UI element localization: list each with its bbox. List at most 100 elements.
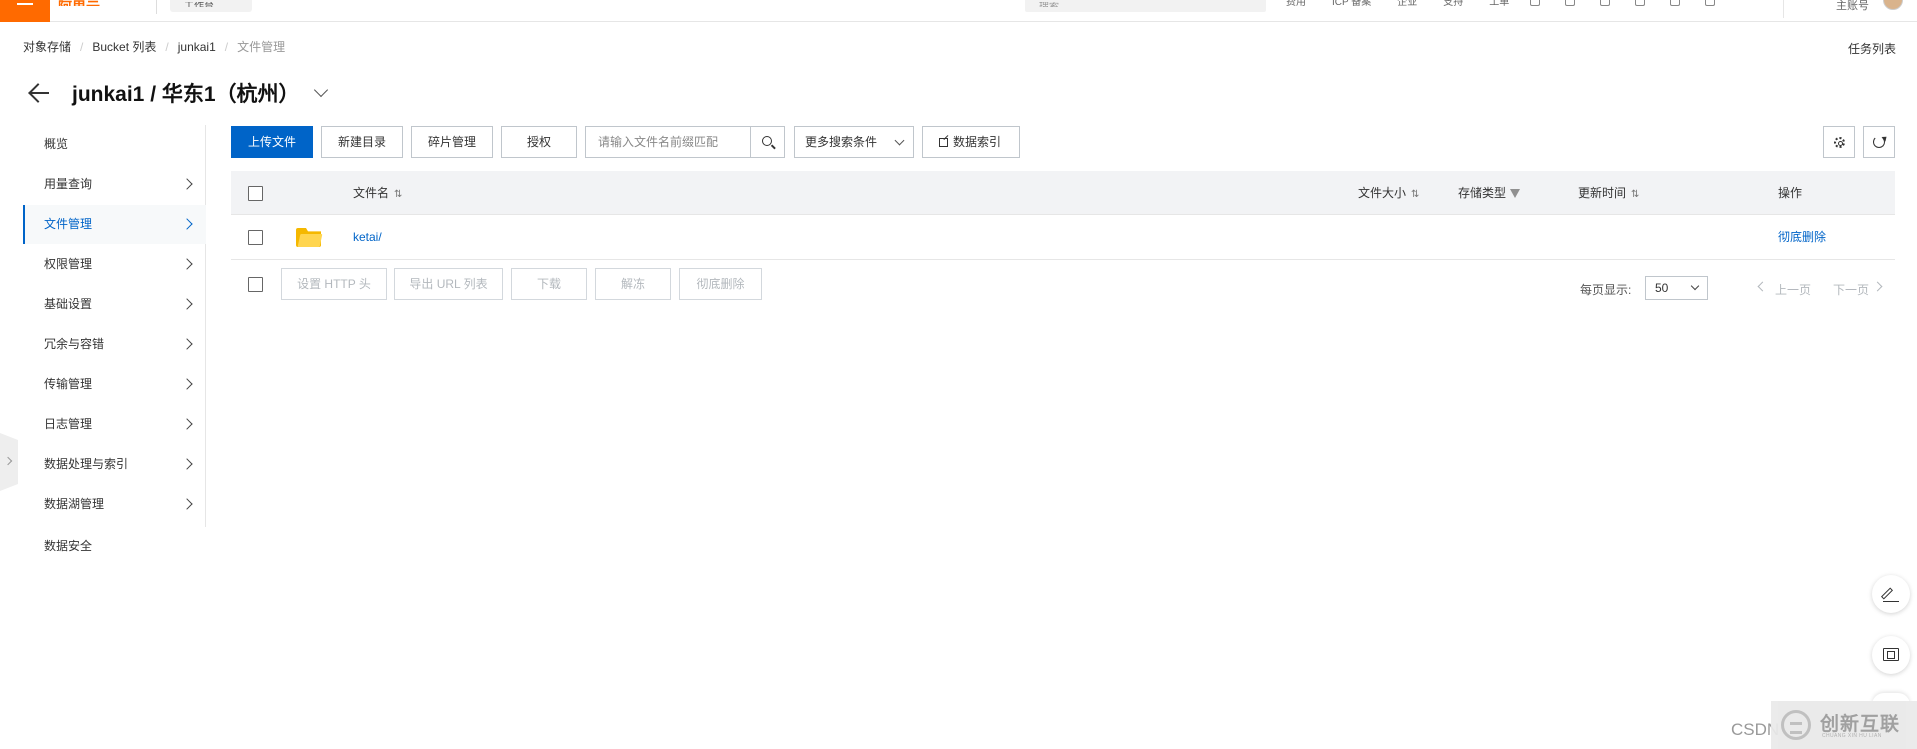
more-filters-dropdown[interactable]: 更多搜索条件 — [794, 126, 914, 158]
message-icon[interactable] — [1530, 0, 1540, 6]
sidebar-item-label: 权限管理 — [44, 257, 93, 271]
account-label[interactable]: 主账号 — [1836, 0, 1869, 13]
topbar-divider — [156, 0, 157, 14]
topbar-user-divider — [1783, 0, 1784, 18]
sort-icon[interactable]: ⇅ — [1631, 173, 1639, 217]
settings-button[interactable] — [1823, 126, 1855, 158]
data-index-label: 数据索引 — [953, 135, 1002, 149]
sidebar-item-basic-settings[interactable]: 基础设置 — [23, 285, 206, 324]
column-header-label: 文件大小 — [1358, 186, 1407, 200]
sort-icon[interactable]: ⇅ — [1411, 173, 1419, 217]
brand-subtitle: CHUANG XIN HU LIAN — [1822, 733, 1882, 739]
sidebar-item-label: 数据湖管理 — [44, 497, 105, 511]
set-http-header-button[interactable]: 设置 HTTP 头 — [281, 268, 387, 300]
file-name-link[interactable]: ketai/ — [353, 215, 382, 260]
upload-file-button[interactable]: 上传文件 — [231, 126, 313, 158]
breadcrumb-current: 文件管理 — [237, 40, 286, 54]
breadcrumb: 对象存储 / Bucket 列表 / junkai1 / 文件管理 — [23, 38, 285, 55]
gear-icon — [1834, 137, 1845, 148]
global-search-input[interactable]: 搜索... — [1025, 0, 1266, 12]
authorize-button[interactable]: 授权 — [501, 126, 577, 158]
avatar[interactable] — [1883, 0, 1903, 10]
table-row: ketai/ 彻底删除 — [231, 215, 1895, 260]
filter-icon[interactable] — [1510, 189, 1521, 199]
back-arrow-icon[interactable] — [28, 83, 50, 103]
chevron-right-icon — [181, 258, 193, 270]
column-header-storage-type[interactable]: 存储类型 — [1458, 171, 1521, 215]
chevron-right-icon — [181, 498, 193, 510]
breadcrumb-bucket[interactable]: junkai1 — [178, 40, 216, 54]
lightbulb-icon[interactable] — [1670, 0, 1680, 6]
row-checkbox[interactable] — [248, 230, 263, 245]
delete-permanently-link[interactable]: 彻底删除 — [1778, 215, 1826, 260]
chevron-down-icon[interactable] — [313, 82, 328, 98]
global-search-placeholder: 搜索... — [1039, 2, 1067, 7]
sidebar-item-label: 概览 — [44, 137, 69, 151]
data-index-button[interactable]: 数据索引 — [922, 126, 1020, 158]
sidebar-item-label: 文件管理 — [44, 217, 93, 231]
top-link-enterprise[interactable]: 企业 — [1397, 0, 1417, 8]
aliyun-logo[interactable]: 阿里云 — [58, 0, 100, 6]
docs-button[interactable] — [1872, 636, 1910, 674]
sidebar-collapse-toggle[interactable] — [0, 433, 18, 491]
sidebar-item-data-processing[interactable]: 数据处理与索引 — [23, 445, 206, 484]
column-header-updated[interactable]: 更新时间 ⇅ — [1578, 171, 1639, 215]
workspace-button[interactable]: 工作台 — [170, 0, 252, 12]
column-header-name[interactable]: 文件名 ⇅ — [353, 171, 402, 215]
top-link-fees[interactable]: 费用 — [1286, 0, 1306, 8]
breadcrumb-separator: / — [165, 39, 169, 54]
sidebar-item-data-lake[interactable]: 数据湖管理 — [23, 485, 206, 524]
file-prefix-search-input[interactable] — [586, 127, 750, 157]
hamburger-menu-icon[interactable] — [0, 0, 50, 22]
page-size-select[interactable]: 50 — [1645, 276, 1708, 300]
breadcrumb-bucket-list[interactable]: Bucket 列表 — [92, 38, 156, 55]
sidebar-item-label: 数据处理与索引 — [44, 457, 129, 471]
fragment-management-button[interactable]: 碎片管理 — [411, 126, 493, 158]
chevron-right-icon — [181, 378, 193, 390]
search-button[interactable] — [750, 127, 784, 157]
next-page-button[interactable]: 下一页 — [1833, 281, 1869, 298]
breadcrumb-separator: / — [80, 39, 84, 54]
mail-icon[interactable] — [1565, 0, 1575, 6]
new-directory-button[interactable]: 新建目录 — [321, 126, 403, 158]
cart-icon[interactable] — [1635, 0, 1645, 6]
column-header-actions: 操作 — [1778, 186, 1803, 200]
column-header-size[interactable]: 文件大小 ⇅ — [1358, 171, 1419, 215]
sidebar-item-permissions[interactable]: 权限管理 — [23, 245, 206, 284]
sidebar-item-logs[interactable]: 日志管理 — [23, 405, 206, 444]
select-all-checkbox[interactable] — [248, 186, 263, 201]
top-link-support[interactable]: 支持 — [1443, 0, 1463, 8]
bell-icon[interactable] — [1600, 0, 1610, 6]
bulk-select-checkbox[interactable] — [248, 277, 263, 292]
download-button[interactable]: 下载 — [511, 268, 587, 300]
breadcrumb-separator: / — [224, 39, 229, 54]
brand-logo-icon — [1781, 710, 1811, 740]
sidebar-item-usage[interactable]: 用量查询 — [23, 165, 206, 204]
chevron-down-icon — [1690, 281, 1700, 291]
help-icon[interactable] — [1705, 0, 1715, 6]
column-header-label: 存储类型 — [1458, 186, 1507, 200]
task-list-link[interactable]: 任务列表 — [1848, 40, 1896, 57]
title-row: junkai1 / 华东1（杭州） — [28, 78, 328, 108]
sidebar-item-data-security[interactable]: 数据安全 — [23, 527, 206, 566]
sidebar-item-redundancy[interactable]: 冗余与容错 — [23, 325, 206, 364]
page-size-value: 50 — [1655, 281, 1669, 295]
sidebar-item-file-management[interactable]: 文件管理 — [23, 205, 206, 244]
file-search-box — [585, 126, 785, 158]
top-link-icp[interactable]: ICP 备案 — [1332, 0, 1371, 8]
brand-name: 创新互联 — [1820, 714, 1901, 735]
refresh-button[interactable] — [1863, 126, 1895, 158]
breadcrumb-oss[interactable]: 对象存储 — [23, 38, 71, 55]
top-link-ticket[interactable]: 工单 — [1489, 0, 1509, 8]
prev-page-button[interactable]: 上一页 — [1775, 281, 1811, 298]
bulk-delete-button[interactable]: 彻底删除 — [679, 268, 762, 300]
unfreeze-button[interactable]: 解冻 — [595, 268, 671, 300]
sidebar-item-transfer[interactable]: 传输管理 — [23, 365, 206, 404]
table-header: 文件名 ⇅ 文件大小 ⇅ 存储类型 更新时间 ⇅ 操作 — [231, 171, 1895, 215]
book-icon — [1883, 648, 1899, 661]
feedback-button[interactable] — [1872, 575, 1910, 613]
sort-icon[interactable]: ⇅ — [394, 173, 402, 217]
export-url-list-button[interactable]: 导出 URL 列表 — [394, 268, 503, 300]
sidebar-item-overview[interactable]: 概览 — [23, 125, 206, 164]
refresh-icon — [1873, 136, 1885, 148]
